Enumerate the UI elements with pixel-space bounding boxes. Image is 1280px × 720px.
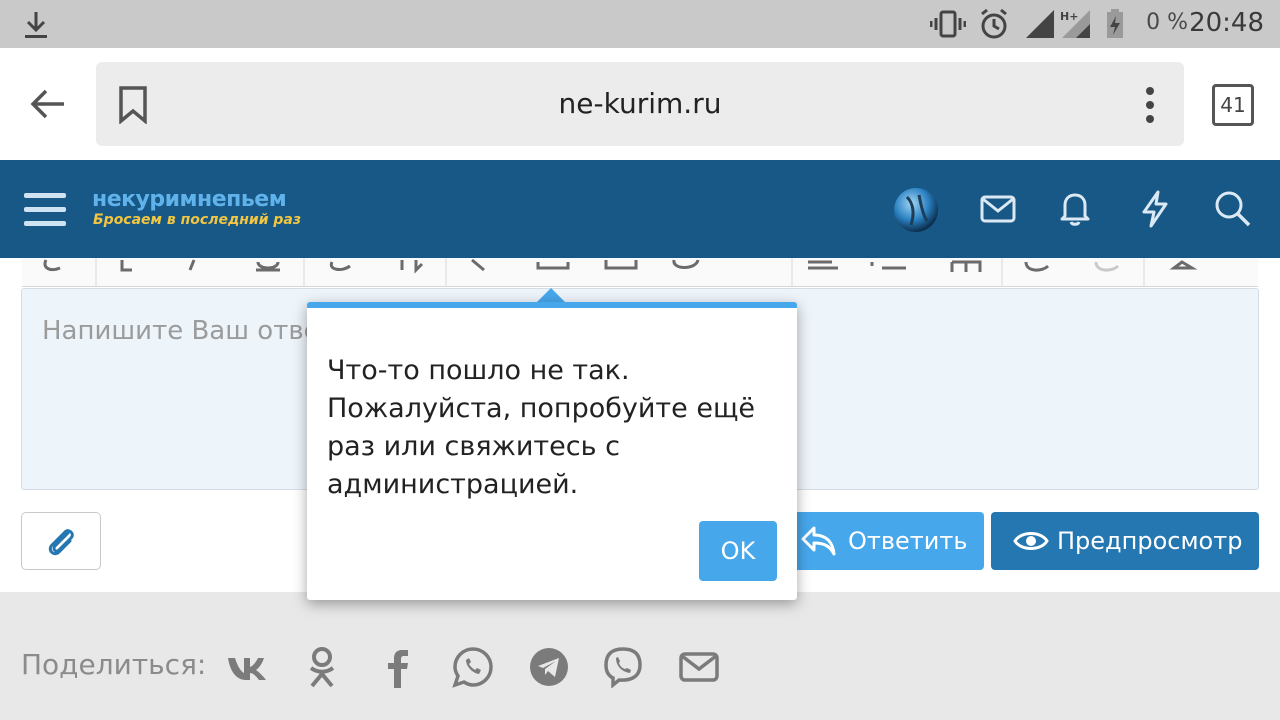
download-icon	[25, 12, 47, 38]
error-dialog: Что-то пошло не так. Пожалуйста, попробу…	[307, 302, 797, 600]
facebook-icon[interactable]	[384, 646, 426, 688]
lightning-icon[interactable]	[1140, 190, 1170, 228]
editor-toolbar-icons[interactable]	[22, 258, 1258, 286]
viber-icon[interactable]	[602, 646, 644, 688]
email-share-icon[interactable]	[678, 646, 720, 688]
alarm-icon	[981, 8, 1007, 39]
ok-button[interactable]: OK	[699, 521, 777, 581]
reply-button[interactable]: Ответить	[790, 512, 984, 570]
vibrate-icon	[930, 10, 966, 38]
battery-charging-icon	[1107, 9, 1123, 38]
paperclip-icon	[48, 529, 74, 556]
more-menu-icon[interactable]	[1144, 86, 1156, 124]
clock: 20:48	[1189, 8, 1264, 38]
signal-hplus-icon: H+	[1060, 10, 1090, 38]
search-icon[interactable]	[1214, 190, 1252, 228]
user-avatar[interactable]	[893, 187, 939, 233]
eye-icon	[1013, 532, 1049, 550]
reply-button-label: Ответить	[848, 527, 968, 555]
site-logo-title[interactable]: некуримнепьем	[92, 187, 287, 212]
signal-icon	[1026, 10, 1054, 38]
url-text[interactable]: ne-kurim.ru	[96, 62, 1184, 146]
back-arrow-icon[interactable]	[30, 88, 66, 120]
address-bar[interactable]: ne-kurim.ru	[96, 62, 1184, 146]
attach-files-button[interactable]	[21, 512, 101, 570]
error-message: Что-то пошло не так. Пожалуйста, попробу…	[327, 355, 755, 500]
vk-icon[interactable]	[226, 646, 268, 688]
reply-icon	[801, 526, 836, 556]
notifications-bell-icon[interactable]	[1058, 190, 1092, 226]
preview-button-label: Предпросмотр	[1057, 527, 1243, 555]
messages-icon[interactable]	[980, 194, 1016, 224]
hamburger-menu-icon[interactable]	[24, 192, 66, 228]
site-logo-tagline: Бросаем в последний раз	[93, 212, 302, 228]
editor-toolbar	[22, 258, 1258, 287]
svg-text:H+: H+	[1060, 10, 1078, 23]
battery-percent: 0 %	[1146, 10, 1188, 35]
tab-switcher[interactable]: 41	[1212, 84, 1254, 126]
telegram-icon[interactable]	[528, 646, 570, 688]
status-bar: H+ 0 % 20:48	[0, 0, 1280, 48]
browser-toolbar: ne-kurim.ru 41	[0, 48, 1280, 160]
whatsapp-icon[interactable]	[452, 646, 494, 688]
preview-button[interactable]: Предпросмотр	[991, 512, 1259, 570]
share-label: Поделиться:	[21, 648, 207, 681]
odnoklassniki-icon[interactable]	[306, 646, 348, 688]
